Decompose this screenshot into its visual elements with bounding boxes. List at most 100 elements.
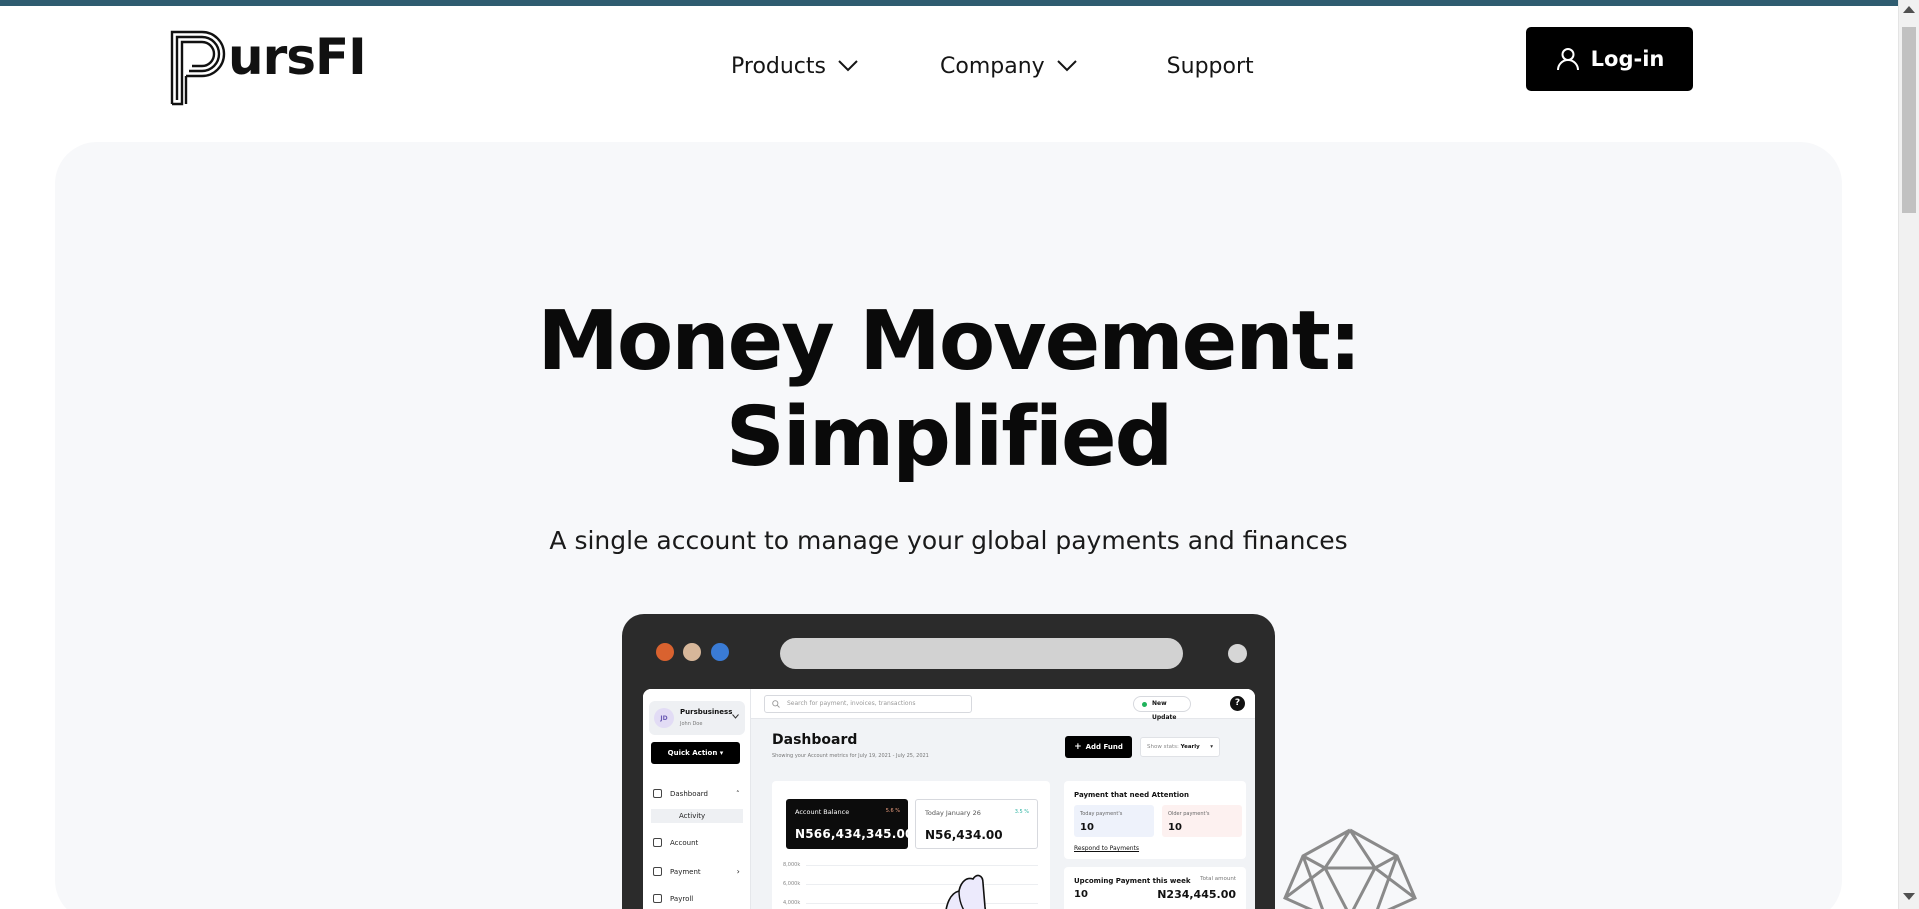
- mockup-search: Search for payment, invoices, transactio…: [764, 695, 972, 713]
- nav-support[interactable]: Support: [1167, 54, 1254, 79]
- show-stats-select: Show stats: Yearly ▾: [1140, 737, 1220, 757]
- window-dot-blue: [711, 643, 729, 661]
- chart-gridline: [806, 884, 1038, 885]
- business-name: Pursbusiness: [680, 708, 733, 716]
- chart-tick: 6,000k: [783, 881, 801, 887]
- search-placeholder: Search for payment, invoices, transactio…: [787, 700, 916, 707]
- add-fund-button: + Add Fund: [1065, 736, 1132, 758]
- site-header: ursFI Products Company Support Log-in: [0, 6, 1898, 136]
- quick-action-button: Quick Action ▾: [651, 742, 740, 764]
- payroll-icon: [653, 894, 662, 903]
- sidebar-item-label: Payroll: [670, 894, 694, 903]
- account-balance-card: Account Balance 5.6 % N566,434,345.00: [786, 799, 913, 849]
- login-button[interactable]: Log-in: [1526, 27, 1693, 91]
- account-balance-label: Account Balance: [795, 808, 850, 816]
- dashboard-mockup: JD Pursbusiness John Doe Quick Action ▾ …: [622, 614, 1275, 909]
- user-icon: [1556, 48, 1579, 71]
- business-switcher: JD Pursbusiness John Doe: [649, 701, 745, 735]
- hero-title-line2: Simplified: [725, 390, 1174, 485]
- older-payments-box: Older payment's 10: [1162, 805, 1242, 837]
- hero-title-line1: Money Movement:: [537, 294, 1361, 389]
- logo-mark-icon: [170, 30, 226, 106]
- attention-card: Payment that need Attention Today paymen…: [1064, 781, 1246, 859]
- window-dot-red: [656, 643, 674, 661]
- chart-gridline: [806, 865, 1038, 866]
- plus-icon: +: [1074, 742, 1082, 752]
- main-nav: Products Company Support: [731, 46, 1254, 86]
- older-payments-value: 10: [1168, 822, 1182, 833]
- sidebar-item-account: Account: [653, 838, 698, 847]
- mockup-url-bar: [780, 638, 1183, 669]
- hero-title: Money Movement: Simplified: [55, 294, 1842, 486]
- hand-illustration: [945, 874, 987, 909]
- sidebar-item-dashboard: Dashboard ˄: [653, 789, 739, 798]
- quick-action-label: Quick Action: [667, 749, 718, 757]
- scrollbar-thumb[interactable]: [1902, 27, 1916, 213]
- today-payments-value: 10: [1080, 822, 1094, 833]
- chevron-right-icon: ›: [736, 867, 740, 876]
- mockup-main: Search for payment, invoices, transactio…: [751, 689, 1255, 909]
- hero-section: Money Movement: Simplified A single acco…: [55, 142, 1842, 909]
- chevron-down-icon: ▾: [1210, 744, 1213, 750]
- bank-icon: [653, 867, 662, 876]
- chevron-down-icon: [732, 714, 739, 719]
- nav-support-label: Support: [1166, 53, 1254, 79]
- hero-subtitle: A single account to manage your global p…: [549, 526, 1348, 555]
- account-balance-amount: N566,434,345.00: [795, 827, 914, 841]
- bank-icon: [653, 789, 662, 798]
- mockup-topbar: Search for payment, invoices, transactio…: [751, 689, 1255, 721]
- avatar: JD: [654, 708, 674, 728]
- today-change: 3.5 %: [1014, 809, 1029, 815]
- logo-text: ursFI: [228, 28, 367, 86]
- attention-title: Payment that need Attention: [1074, 791, 1189, 799]
- today-amount: N56,434.00: [925, 828, 1003, 842]
- login-label: Log-in: [1590, 47, 1665, 71]
- today-label: Today January 26: [925, 809, 981, 817]
- upcoming-card: Upcoming Payment this week Total amount …: [1064, 867, 1246, 909]
- upcoming-amount: N234,445.00: [1157, 888, 1236, 901]
- dashboard-subtitle: Showing your Account metrics for July 19…: [772, 753, 929, 759]
- respond-payments-link: Respond to Payments: [1074, 845, 1140, 852]
- page-scrollbar[interactable]: [1898, 0, 1919, 909]
- mockup-camera: [1228, 644, 1247, 663]
- today-payments-box: Today payment's 10: [1074, 805, 1154, 837]
- chart-tick: 4,000k: [783, 900, 801, 906]
- upcoming-total-label: Total amount: [1200, 876, 1236, 882]
- chevron-up-icon: ˄: [735, 789, 740, 798]
- sidebar-item-label: Dashboard: [670, 789, 708, 798]
- balance-card: Account Balance 5.6 % N566,434,345.00 To…: [772, 781, 1050, 909]
- user-name: John Doe: [680, 721, 703, 727]
- help-icon: ?: [1230, 696, 1245, 711]
- wallet-icon: [653, 838, 662, 847]
- nav-company-label: Company: [940, 53, 1045, 79]
- upcoming-title: Upcoming Payment this week: [1074, 877, 1191, 885]
- sidebar-item-payroll: Payroll: [653, 894, 693, 903]
- scroll-down-arrow-icon[interactable]: [1903, 893, 1915, 900]
- chevron-down-icon: [838, 60, 858, 72]
- nav-products[interactable]: Products: [731, 54, 858, 79]
- sidebar-item-label: Payment: [670, 867, 701, 876]
- nav-products-label: Products: [731, 53, 826, 79]
- today-card: Today January 26 3.5 % N56,434.00: [915, 799, 1038, 849]
- sidebar-item-activity: Activity: [651, 809, 743, 823]
- sidebar-item-label: Account: [670, 838, 699, 847]
- chart-tick: 8,000k: [783, 862, 801, 868]
- search-icon: [772, 700, 780, 708]
- new-update-badge: New Update: [1133, 696, 1191, 721]
- older-payments-label: Older payment's: [1168, 811, 1210, 817]
- scroll-up-arrow-icon[interactable]: [1903, 6, 1915, 13]
- mockup-sidebar: JD Pursbusiness John Doe Quick Action ▾ …: [643, 689, 751, 909]
- chevron-down-icon: [1056, 60, 1077, 72]
- nav-company[interactable]: Company: [940, 54, 1077, 79]
- chart-gridline: [806, 903, 1038, 904]
- upcoming-count: 10: [1074, 889, 1088, 900]
- logo[interactable]: ursFI: [168, 26, 367, 106]
- polyhedron-illustration: [1283, 828, 1417, 909]
- dashboard-title: Dashboard: [772, 732, 858, 748]
- account-balance-change: 5.6 %: [885, 808, 900, 814]
- show-stats-value: Yearly: [1180, 744, 1200, 750]
- sidebar-item-payment: Payment ›: [653, 867, 740, 876]
- show-stats-label: Show stats:: [1147, 744, 1179, 750]
- mockup-screen: JD Pursbusiness John Doe Quick Action ▾ …: [643, 689, 1255, 909]
- add-fund-label: Add Fund: [1085, 743, 1123, 751]
